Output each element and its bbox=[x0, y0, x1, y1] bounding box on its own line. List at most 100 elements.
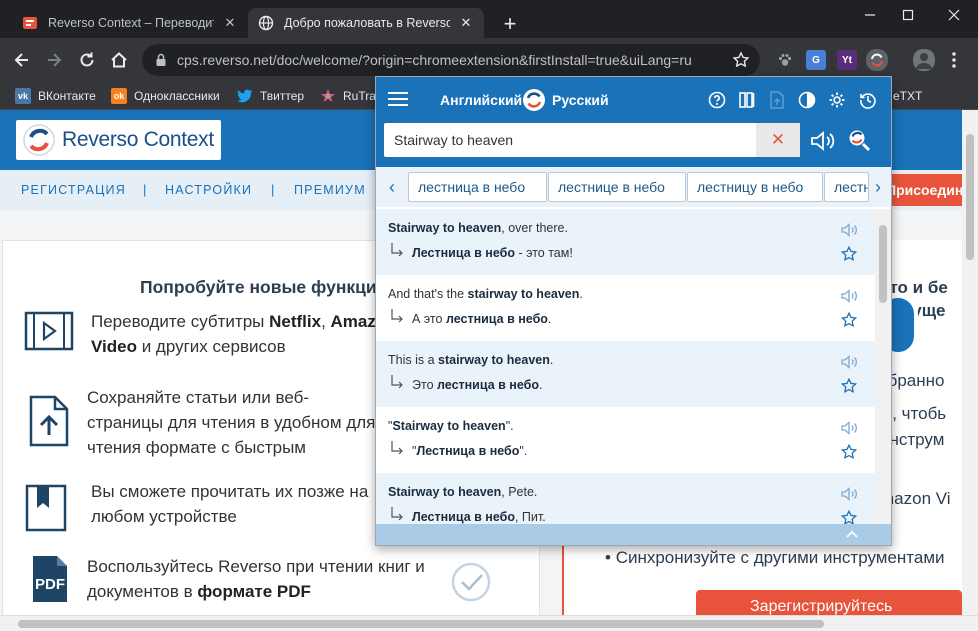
bookmark-star-icon[interactable] bbox=[732, 51, 750, 69]
search-box: ✕ bbox=[384, 123, 800, 157]
arrow-return-icon bbox=[391, 243, 403, 257]
speaker-icon[interactable] bbox=[841, 355, 858, 369]
theme-icon[interactable] bbox=[798, 91, 816, 109]
yt-extension-icon[interactable]: Yt bbox=[837, 50, 857, 70]
popup-scrollbar[interactable] bbox=[875, 209, 891, 524]
settings-gear-icon[interactable] bbox=[828, 91, 846, 109]
reverso-logo[interactable]: Reverso Context bbox=[16, 120, 221, 160]
google-translate-icon[interactable]: G bbox=[806, 50, 826, 70]
nav-registration[interactable]: РЕГИСТРАЦИЯ bbox=[21, 183, 126, 197]
example-translation: Лестница в небо - это там! bbox=[412, 246, 573, 260]
bookmark-label: eTXT bbox=[893, 89, 923, 103]
feature-text: Сохраняйте статьи или веб-страницы для ч… bbox=[87, 388, 376, 457]
suggestion-chip[interactable]: лестницу в небо bbox=[687, 172, 823, 202]
source-language[interactable]: Английский bbox=[440, 92, 522, 108]
page-scrollbar[interactable] bbox=[962, 110, 978, 615]
svg-text:PDF: PDF bbox=[35, 576, 65, 593]
register-button[interactable]: Зарегистрируйтесь bbox=[696, 590, 962, 615]
scroll-thumb[interactable] bbox=[966, 134, 974, 260]
scroll-thumb[interactable] bbox=[18, 620, 824, 628]
example-item[interactable]: "Stairway to heaven". "Лестница в небо". bbox=[376, 407, 875, 473]
favorite-star-icon[interactable] bbox=[841, 312, 857, 328]
reload-icon[interactable] bbox=[75, 48, 99, 72]
example-item[interactable]: This is a stairway to heaven. Это лестни… bbox=[376, 341, 875, 407]
bookmark-twitter[interactable]: Твиттер bbox=[237, 86, 304, 106]
nav-separator: | bbox=[143, 182, 147, 197]
example-item[interactable]: Stairway to heaven, Pete. Лестница в неб… bbox=[376, 473, 875, 524]
speaker-icon[interactable] bbox=[841, 487, 858, 501]
paw-extension-icon[interactable] bbox=[775, 50, 795, 70]
favorite-star-icon[interactable] bbox=[841, 378, 857, 394]
bookmark-rutracker[interactable]: RuTracker bbox=[320, 86, 376, 106]
address-bar[interactable]: cps.reverso.net/doc/welcome/?origin=chro… bbox=[142, 44, 760, 76]
maximize-icon[interactable] bbox=[892, 4, 924, 26]
bookmark-label: Твиттер bbox=[260, 89, 305, 103]
url-text: cps.reverso.net/doc/welcome/?origin=chro… bbox=[177, 52, 692, 68]
clear-input-button[interactable]: ✕ bbox=[756, 123, 800, 157]
video-subtitles-icon bbox=[24, 311, 74, 351]
suggestions-bar: ‹ лестница в небо лестнице в небо лестни… bbox=[376, 167, 891, 207]
page-horizontal-scrollbar[interactable] bbox=[0, 615, 978, 631]
history-icon[interactable] bbox=[859, 91, 877, 109]
example-source: "Stairway to heaven". bbox=[388, 419, 514, 433]
tab-welcome[interactable]: Добро пожаловать в Reverso Context ✕ bbox=[248, 8, 484, 38]
arrow-return-icon bbox=[391, 441, 403, 455]
speaker-icon[interactable] bbox=[841, 223, 858, 237]
example-source: Stairway to heaven, Pete. bbox=[388, 485, 538, 499]
speaker-icon[interactable] bbox=[841, 421, 858, 435]
profile-avatar[interactable] bbox=[913, 49, 935, 71]
swap-languages-icon[interactable] bbox=[522, 88, 546, 112]
bookmark-vkontakte[interactable]: vk ВКонтакте bbox=[15, 86, 96, 106]
forward-icon[interactable] bbox=[42, 48, 66, 72]
minimize-icon[interactable] bbox=[854, 4, 886, 26]
suggestion-chip[interactable]: лестница в небо bbox=[408, 172, 547, 202]
screen: Reverso Context – Переводите в контексте… bbox=[0, 0, 978, 631]
example-item[interactable]: Stairway to heaven, over there. Лестница… bbox=[376, 209, 875, 275]
close-window-icon[interactable] bbox=[938, 4, 970, 26]
arrow-return-icon bbox=[391, 375, 403, 389]
tab-strip: Reverso Context – Переводите в контексте… bbox=[0, 0, 978, 38]
feature-text: Воспользуйтесь Reverso при чтении книг и… bbox=[87, 557, 425, 601]
target-language[interactable]: Русский bbox=[552, 92, 609, 108]
search-input[interactable] bbox=[384, 123, 754, 157]
rutracker-icon bbox=[320, 88, 336, 104]
reverso-tab-icon bbox=[22, 15, 38, 31]
scroll-thumb[interactable] bbox=[879, 225, 887, 303]
features-title: Попробуйте новые функции bbox=[140, 277, 388, 297]
lock-icon bbox=[154, 53, 168, 67]
chevron-up-icon[interactable] bbox=[844, 526, 860, 542]
document-upload-icon bbox=[29, 395, 69, 447]
example-translation: Лестница в небо, Пит. bbox=[412, 510, 546, 524]
help-icon[interactable] bbox=[708, 91, 726, 109]
bookmark-etxt[interactable]: eTXT bbox=[893, 86, 922, 106]
chevron-left-icon[interactable]: ‹ bbox=[384, 177, 400, 197]
favorite-star-icon[interactable] bbox=[841, 246, 857, 262]
bookmark-odnoklassniki[interactable]: ok Одноклассники bbox=[111, 86, 220, 106]
back-icon[interactable] bbox=[10, 48, 34, 72]
bookmark-book-icon bbox=[25, 484, 67, 532]
save-page-icon[interactable] bbox=[768, 91, 786, 109]
example-item[interactable]: And that's the stairway to heaven. А это… bbox=[376, 275, 875, 341]
close-tab-icon[interactable]: ✕ bbox=[458, 15, 474, 31]
nav-premium[interactable]: ПРЕМИУМ bbox=[294, 183, 366, 197]
browser-menu-icon[interactable] bbox=[944, 50, 964, 70]
close-tab-icon[interactable]: ✕ bbox=[222, 15, 238, 31]
book-icon[interactable] bbox=[738, 91, 756, 109]
speaker-icon[interactable] bbox=[810, 130, 836, 152]
menu-icon[interactable] bbox=[388, 92, 408, 108]
home-icon[interactable] bbox=[107, 48, 131, 72]
search-icon[interactable] bbox=[847, 128, 871, 152]
favorite-star-icon[interactable] bbox=[841, 444, 857, 460]
tab-reverso-context[interactable]: Reverso Context – Переводите в контексте… bbox=[12, 8, 248, 38]
tab-title: Добро пожаловать в Reverso Context bbox=[284, 16, 450, 30]
nav-settings[interactable]: НАСТРОЙКИ bbox=[165, 183, 252, 197]
new-tab-button[interactable]: + bbox=[499, 13, 521, 36]
reverso-extension-icon[interactable] bbox=[866, 49, 888, 71]
nav-separator: | bbox=[271, 182, 275, 197]
chevron-right-icon[interactable]: › bbox=[870, 177, 886, 197]
example-translation: "Лестница в небо". bbox=[412, 444, 528, 458]
suggestion-chip[interactable]: лестнице в небо bbox=[548, 172, 686, 202]
speaker-icon[interactable] bbox=[841, 289, 858, 303]
favorite-star-icon[interactable] bbox=[841, 510, 857, 524]
suggestion-chip[interactable]: лестницы в небо bbox=[824, 172, 869, 202]
